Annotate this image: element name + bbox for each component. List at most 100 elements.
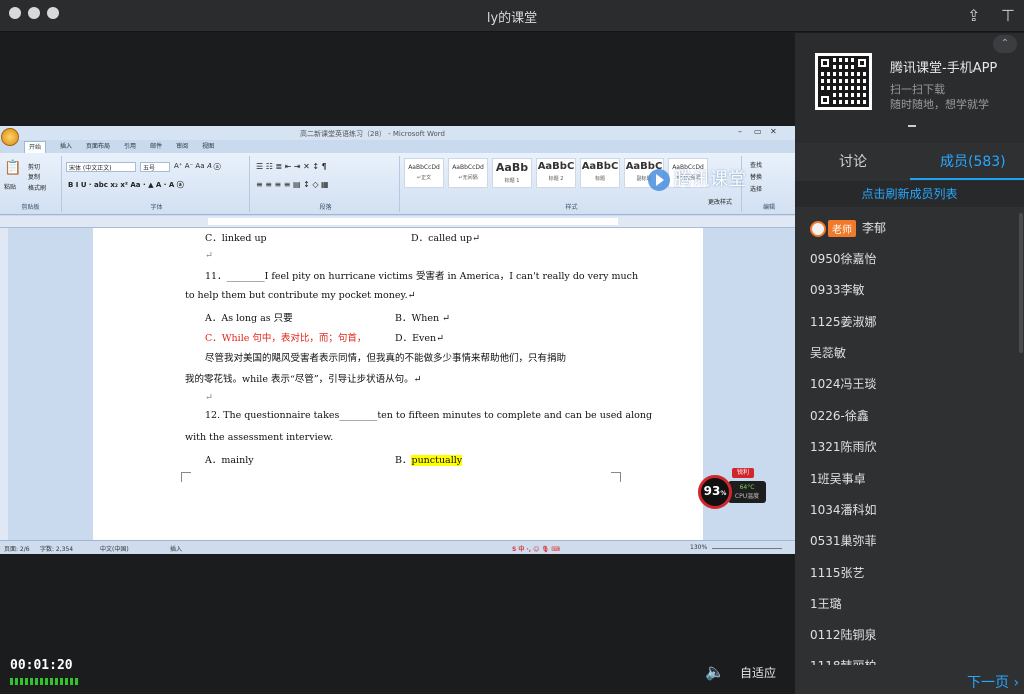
cpu-temp-panel: 64°C CPU温度 [728, 481, 766, 503]
doc-option: C．linked up [205, 233, 267, 244]
list-icons: ☰ ☷ ≣ ⇤ ⇥ ✕ ↕ ¶ [256, 162, 327, 171]
list-item[interactable]: 0933李敏 [810, 281, 865, 298]
group-label: 样式 [565, 204, 578, 211]
replace-label: 替换 [750, 174, 763, 181]
app-title: 腾讯课堂-手机APP [890, 61, 998, 76]
tab-discussion[interactable]: 讨论 [839, 151, 867, 171]
member-teacher[interactable]: 老师 李郁 [810, 219, 886, 237]
promo-divider [908, 125, 916, 127]
question-12-line1: 12. The questionnaire takes________ten t… [205, 410, 653, 421]
list-item[interactable]: 1王璐 [810, 595, 842, 612]
word-tab: 插入 [60, 143, 73, 150]
copy-label: 复制 [28, 174, 41, 181]
word-tab: 邮件 [150, 143, 163, 150]
status-page: 页面: 2/6 [4, 546, 30, 553]
word-maximize-icon: ▭ [754, 127, 762, 136]
status-mode: 插入 [170, 546, 183, 553]
list-item[interactable]: 0950徐嘉怡 [810, 250, 877, 267]
group-label: 段落 [319, 204, 332, 211]
pin-icon[interactable]: ⊤ [1001, 6, 1015, 25]
horizontal-ruler [0, 216, 795, 228]
paragraph-mark: ↵ [205, 392, 213, 403]
refresh-members-button[interactable]: 点击刷新成员列表 [795, 181, 1024, 207]
doc-option: A．mainly [205, 455, 254, 466]
audio-level-bars [10, 678, 78, 685]
tencent-watermark: 腾讯课堂 [648, 165, 746, 191]
word-ribbon: 📋 粘贴 剪切 复制 格式刷 剪贴板 宋体 (中文正文) 五号 A⁺ A⁻ Aa… [0, 153, 795, 215]
style-heading-2: AaBbC 标题 2 [536, 158, 576, 188]
cpu-usage-gauge: 93% [698, 475, 732, 509]
player-controls [0, 650, 795, 694]
style-heading-1: AaBb 标题 1 [492, 158, 532, 188]
explanation-line2: 我的零花钱。while 表示“尽管”，引导让步状语从句。↵ [185, 374, 422, 385]
collapse-icon[interactable]: ⌃ [993, 35, 1017, 53]
teacher-badge: 老师 [828, 220, 856, 237]
doc-option-annotated: C．While 句中，表对比，而；句首， [205, 333, 367, 344]
window-title: ly的课堂 [486, 11, 538, 26]
word-close-icon: ✕ [770, 127, 777, 136]
ime-icon: S 中 ·, ☺ 🎙 ⌨ [512, 546, 560, 553]
paragraph-mark: ↵ [205, 250, 213, 261]
font-name-select: 宋体 (中文正文) [66, 162, 136, 172]
list-item[interactable]: 1班吴事卓 [810, 470, 866, 487]
word-ribbon-tabs: 开始 插入 页面布局 引用 邮件 审阅 视图 [24, 141, 214, 153]
fit-mode-button[interactable]: 自适应 [740, 664, 776, 681]
word-status-bar: 页面: 2/6 字数: 2,354 中文(中国) 插入 S 中 ·, ☺ 🎙 ⌨… [0, 540, 795, 554]
qr-code [815, 53, 872, 110]
editing-group: 查找 替换 选择 编辑 [744, 156, 794, 212]
word-tab: 页面布局 [86, 143, 111, 150]
tab-members[interactable]: 成员(583) [940, 151, 1006, 171]
app-promo: 腾讯课堂-手机APP 扫一扫下载 随时随地，想学就学 ⌃ [795, 33, 1024, 143]
word-tab: 引用 [124, 143, 137, 150]
font-format-icons: B I U · abc x₂ x² Aa · ▲ A · A ⓐ [68, 181, 184, 189]
list-item[interactable]: 0226-徐鑫 [810, 407, 869, 424]
list-item[interactable]: 1115张艺 [810, 564, 865, 581]
vertical-ruler [0, 228, 8, 544]
list-item[interactable]: 吴蕊敏 [810, 344, 846, 361]
list-item[interactable]: 1024冯王琰 [810, 375, 877, 392]
active-tab-indicator [910, 178, 1024, 180]
paste-icon: 📋 [4, 160, 22, 176]
clipboard-group: 📋 粘贴 剪切 复制 格式刷 剪贴板 [0, 156, 62, 212]
next-page-button[interactable]: 下一页 › [967, 672, 1019, 692]
style-title: AaBbC 标题 [580, 158, 620, 188]
font-size-select: 五号 [140, 162, 170, 172]
side-panel: 腾讯课堂-手机APP 扫一扫下载 随时随地，想学就学 ⌃ 讨论 成员(583) … [795, 33, 1024, 694]
question-11-line1: 11．________I feel pity on hurricane vict… [205, 271, 639, 282]
style-no-spacing: AaBbCcDd ↵无间隔 [448, 158, 488, 188]
title-bar: ly的课堂 ⇪ ⊤ [0, 0, 1024, 32]
paste-label: 粘贴 [4, 184, 17, 191]
avatar-icon [810, 220, 826, 237]
volume-icon[interactable]: 🔈 [705, 662, 725, 681]
word-tab: 视图 [202, 143, 215, 150]
playback-timer: 00:01:20 [10, 658, 73, 673]
share-icon[interactable]: ⇪ [967, 6, 980, 25]
document-page: C．linked up D．called up↵ ↵ 11．________I … [93, 228, 703, 544]
list-item[interactable]: 1321陈雨欣 [810, 438, 877, 455]
list-item[interactable]: 0531巢弥菲 [810, 532, 877, 549]
margin-corner [611, 472, 621, 482]
group-label: 剪贴板 [21, 204, 40, 211]
app-subtitle: 扫一扫下载 随时随地，想学就学 [890, 83, 989, 111]
cpu-badge: 锐利 [732, 468, 754, 478]
question-12-line2: with the assessment interview. [185, 432, 334, 443]
list-item[interactable]: 0112陆铜泉 [810, 626, 877, 643]
status-words: 字数: 2,354 [40, 546, 74, 553]
word-title-bar: 高二新课堂英语练习（28） - Microsoft Word – ▭ ✕ [0, 126, 795, 140]
font-tools-icon: A⁺ A⁻ Aa 𝐴 ⓐ [174, 162, 221, 170]
list-item[interactable]: 1034潘科如 [810, 501, 877, 518]
office-button-icon [1, 128, 19, 146]
change-styles-label: 更改样式 [708, 199, 733, 206]
explanation-line1: 尽管我对美国的飓风受害者表示同情，但我真的不能做多少事情来帮助他们，只有捐助 [205, 353, 567, 364]
list-item[interactable]: 1118韩丽柏 [810, 657, 877, 665]
paragraph-group: ☰ ☷ ≣ ⇤ ⇥ ✕ ↕ ¶ ≡ ≡ ≡ ≡ ▤ ↕ ◇ ▦ 段落 [252, 156, 400, 212]
doc-option: A．As long as 只要 [205, 313, 293, 324]
list-item[interactable]: 1125姜淑娜 [810, 313, 877, 330]
cpu-temp-label: CPU温度 [734, 493, 760, 500]
status-language: 中文(中国) [100, 546, 129, 553]
align-icons: ≡ ≡ ≡ ≡ ▤ ↕ ◇ ▦ [256, 180, 329, 189]
doc-option: D．Even↵ [395, 333, 445, 344]
zoom-slider [712, 548, 782, 549]
member-list-scrollbar[interactable] [1019, 213, 1023, 353]
word-minimize-icon: – [738, 127, 742, 136]
